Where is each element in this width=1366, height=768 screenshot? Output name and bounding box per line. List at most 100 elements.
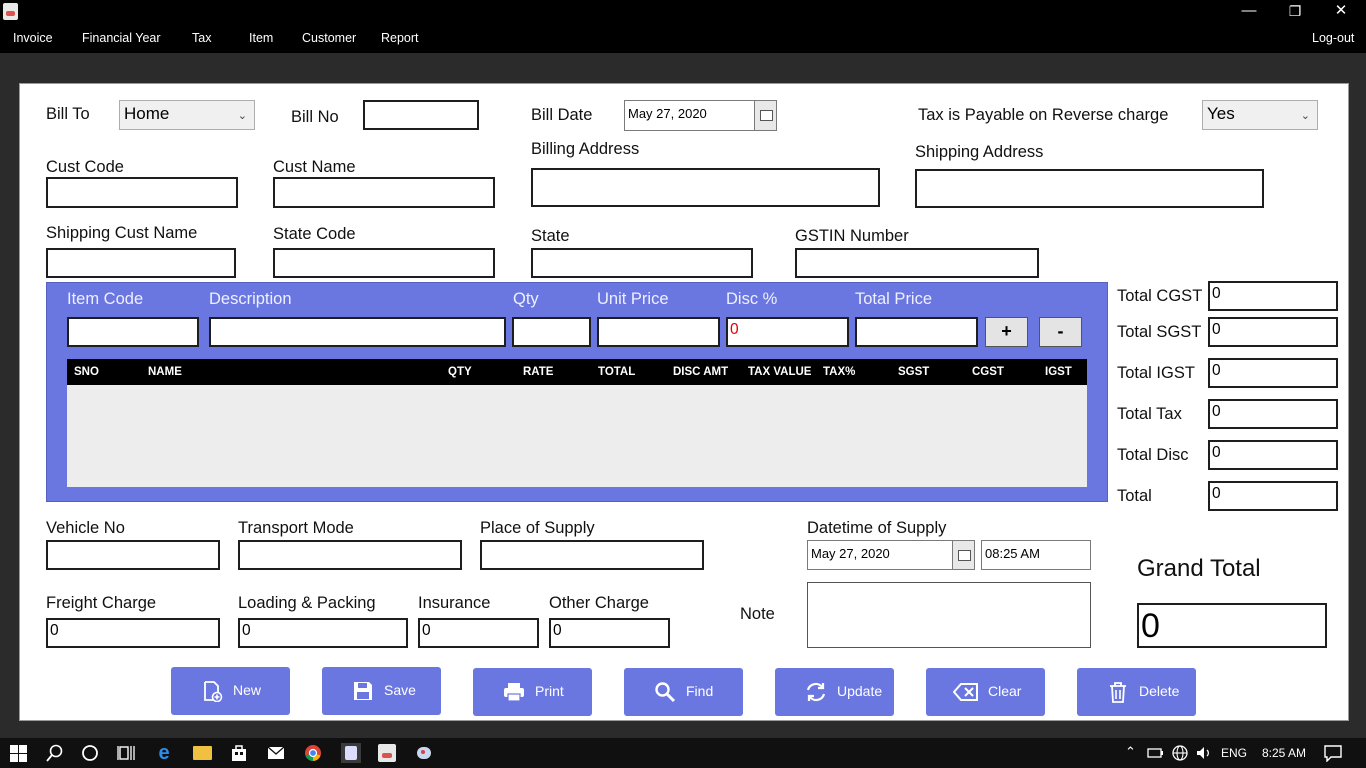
minimize-button[interactable]: —	[1226, 0, 1272, 24]
network-globe-icon[interactable]	[1171, 744, 1189, 762]
menu-report[interactable]: Report	[381, 24, 419, 53]
bill-date-picker[interactable]: May 27, 2020	[624, 100, 777, 131]
transport-mode-label: Transport Mode	[238, 519, 354, 537]
notification-icon[interactable]	[1324, 744, 1342, 762]
reverse-charge-value: Yes	[1207, 104, 1235, 123]
total-disc-field[interactable]: 0	[1208, 440, 1338, 470]
store-icon[interactable]	[230, 744, 248, 762]
bill-to-select[interactable]: Home ⌄	[119, 100, 255, 130]
update-button[interactable]: Update	[775, 668, 894, 716]
state-code-label: State Code	[273, 225, 356, 243]
supply-date-picker[interactable]: May 27, 2020	[807, 540, 975, 570]
total-igst-field[interactable]: 0	[1208, 358, 1338, 388]
add-item-button[interactable]: +	[985, 317, 1028, 347]
cust-code-input[interactable]	[46, 177, 238, 208]
update-button-label: Update	[837, 683, 883, 699]
supply-time-input[interactable]: 08:25 AM	[981, 540, 1091, 570]
col-cgst[interactable]: CGST	[972, 359, 1004, 385]
shipping-cust-name-label: Shipping Cust Name	[46, 224, 198, 242]
new-button[interactable]: New	[171, 667, 290, 715]
clear-button[interactable]: Clear	[926, 668, 1045, 716]
active-app-icon[interactable]	[341, 743, 361, 763]
save-icon	[354, 682, 372, 700]
col-rate[interactable]: RATE	[523, 359, 553, 385]
state-input[interactable]	[531, 248, 753, 278]
restore-button[interactable]: ❐	[1272, 0, 1318, 24]
bill-date-value: May 27, 2020	[628, 106, 707, 121]
description-input[interactable]	[209, 317, 506, 347]
bill-no-input[interactable]	[363, 100, 479, 130]
shipping-address-input[interactable]	[915, 169, 1264, 208]
find-button[interactable]: Find	[624, 668, 743, 716]
disc-input[interactable]: 0	[726, 317, 849, 347]
calendar-icon[interactable]	[952, 541, 974, 569]
disc-label: Disc %	[726, 290, 778, 308]
note-input[interactable]	[807, 582, 1091, 648]
mail-icon[interactable]	[267, 744, 285, 762]
paint-icon[interactable]	[415, 744, 433, 762]
insurance-input[interactable]: 0	[418, 618, 539, 648]
col-qty[interactable]: QTY	[448, 359, 472, 385]
unit-price-input[interactable]	[597, 317, 720, 347]
chrome-icon[interactable]	[304, 744, 322, 762]
system-clock[interactable]: 8:25 AM	[1262, 746, 1306, 760]
reverse-charge-select[interactable]: Yes ⌄	[1202, 100, 1318, 130]
col-sno[interactable]: SNO	[74, 359, 99, 385]
gstin-input[interactable]	[795, 248, 1039, 278]
item-code-label: Item Code	[67, 290, 144, 308]
logout-menu[interactable]: Log-out	[1312, 24, 1354, 53]
vehicle-no-input[interactable]	[46, 540, 220, 570]
col-disc-amt[interactable]: DISC AMT	[673, 359, 728, 385]
total-tax-field[interactable]: 0	[1208, 399, 1338, 429]
col-name[interactable]: NAME	[148, 359, 182, 385]
total-cgst-field[interactable]: 0	[1208, 281, 1338, 311]
cortana-icon[interactable]	[81, 744, 99, 762]
file-explorer-icon[interactable]	[193, 746, 212, 760]
remove-item-button[interactable]: -	[1039, 317, 1082, 347]
toolbar-gap	[0, 53, 1366, 83]
java-taskbar-icon[interactable]	[378, 744, 396, 762]
menu-invoice[interactable]: Invoice	[13, 24, 53, 53]
windows-start-icon[interactable]	[10, 745, 27, 762]
chevron-up-icon[interactable]: ⌃	[1125, 744, 1136, 760]
task-view-icon[interactable]	[117, 744, 135, 762]
total-price-input[interactable]	[855, 317, 978, 347]
calendar-icon[interactable]	[754, 101, 776, 130]
other-charge-input[interactable]: 0	[549, 618, 670, 648]
volume-icon[interactable]	[1195, 744, 1213, 762]
edge-browser-icon[interactable]: e	[155, 743, 173, 763]
shipping-cust-name-input[interactable]	[46, 248, 236, 278]
new-button-label: New	[233, 682, 262, 698]
save-button[interactable]: Save	[322, 667, 441, 715]
language-indicator[interactable]: ENG	[1221, 746, 1247, 760]
item-code-input[interactable]	[67, 317, 199, 347]
search-icon[interactable]	[46, 744, 64, 762]
state-code-input[interactable]	[273, 248, 495, 278]
col-total[interactable]: TOTAL	[598, 359, 635, 385]
col-igst[interactable]: IGST	[1045, 359, 1072, 385]
delete-button[interactable]: Delete	[1077, 668, 1196, 716]
col-tax-value[interactable]: TAX VALUE	[748, 359, 811, 385]
bill-no-label: Bill No	[291, 108, 339, 126]
col-sgst[interactable]: SGST	[898, 359, 929, 385]
billing-address-input[interactable]	[531, 168, 880, 207]
col-tax-percent[interactable]: TAX%	[823, 359, 855, 385]
menu-item[interactable]: Item	[249, 24, 273, 53]
cust-name-input[interactable]	[273, 177, 495, 208]
close-button[interactable]: ✕	[1318, 0, 1364, 24]
menu-customer[interactable]: Customer	[302, 24, 356, 53]
total-sgst-field[interactable]: 0	[1208, 317, 1338, 347]
items-table-body[interactable]	[67, 385, 1087, 487]
menu-financial-year[interactable]: Financial Year	[82, 24, 161, 53]
grand-total-field[interactable]: 0	[1137, 603, 1327, 648]
qty-input[interactable]	[512, 317, 591, 347]
battery-icon[interactable]	[1146, 744, 1164, 762]
print-button[interactable]: Print	[473, 668, 592, 716]
place-of-supply-input[interactable]	[480, 540, 704, 570]
total-field[interactable]: 0	[1208, 481, 1338, 511]
loading-packing-input[interactable]: 0	[238, 618, 408, 648]
transport-mode-input[interactable]	[238, 540, 462, 570]
freight-charge-input[interactable]: 0	[46, 618, 220, 648]
menu-tax[interactable]: Tax	[192, 24, 211, 53]
loading-packing-label: Loading & Packing	[238, 594, 376, 612]
